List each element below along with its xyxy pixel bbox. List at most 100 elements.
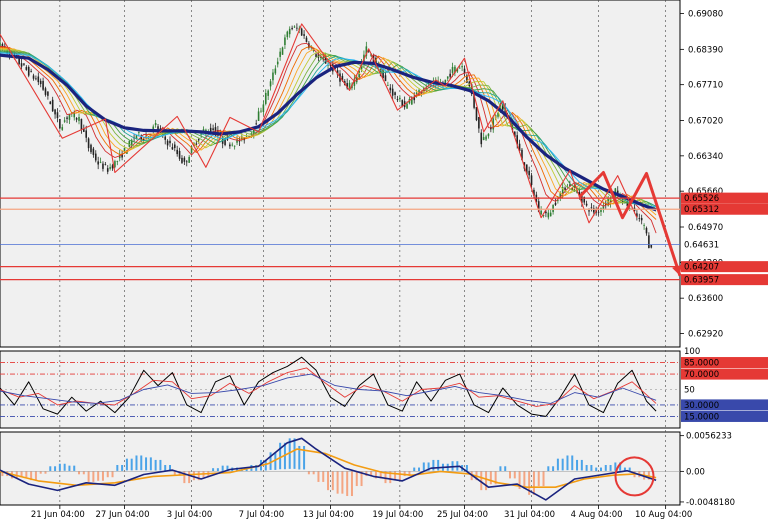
candle-body xyxy=(552,204,554,213)
candle-body xyxy=(104,164,107,166)
macd-histogram-bar xyxy=(58,463,61,471)
candle-body xyxy=(181,157,183,163)
candle-body xyxy=(87,138,90,149)
candle-body xyxy=(638,218,641,219)
candle-body xyxy=(164,136,167,140)
macd-histogram-bar xyxy=(188,471,191,484)
macd-histogram-bar xyxy=(293,438,296,469)
macd-histogram-bar xyxy=(312,471,315,475)
chart-canvas[interactable]: 0.690800.683900.677100.670200.663400.656… xyxy=(0,0,770,520)
macd-histogram-bar xyxy=(49,466,52,471)
candle-body xyxy=(56,112,59,119)
price-axis-label: 0.67710 xyxy=(688,81,723,91)
candle-body xyxy=(272,72,274,81)
macd-histogram-bar xyxy=(216,468,219,472)
candle-body xyxy=(264,92,267,104)
candle-body xyxy=(66,117,68,119)
candle-body xyxy=(47,91,49,96)
candle-body xyxy=(195,143,198,145)
macd-axis-label: 0.00 xyxy=(686,467,705,477)
candle-body xyxy=(51,99,54,112)
time-axis-label: 10 Aug 04:00 xyxy=(635,510,692,520)
candle-body xyxy=(643,225,645,226)
level-label-text: 0.65312 xyxy=(684,205,719,215)
macd-histogram-bar xyxy=(566,455,569,471)
candle-body xyxy=(92,148,95,155)
candle-body xyxy=(547,212,550,218)
macd-histogram-bar xyxy=(398,471,401,481)
rsi-level-label-text: 15.0000 xyxy=(684,412,719,422)
price-axis-label: 0.63600 xyxy=(688,294,723,304)
price-axis-label: 0.66340 xyxy=(688,152,723,162)
macd-histogram-bar xyxy=(140,455,143,471)
candle-body xyxy=(267,90,269,96)
candle-body xyxy=(260,110,262,112)
candle-body xyxy=(178,150,181,159)
candle-body xyxy=(116,161,119,162)
macd-histogram-bar xyxy=(221,465,224,471)
macd-histogram-bar xyxy=(513,471,516,479)
macd-histogram-bar xyxy=(54,466,57,471)
candle-body xyxy=(97,161,99,165)
candle-body xyxy=(396,99,399,101)
candle-body xyxy=(176,149,178,155)
candle-body xyxy=(276,61,279,65)
candle-body xyxy=(569,184,571,186)
macd-histogram-bar xyxy=(509,471,511,479)
macd-histogram-bar xyxy=(595,467,598,472)
candle-body xyxy=(169,140,171,144)
macd-histogram-bar xyxy=(609,465,612,471)
candle-body xyxy=(281,47,284,55)
macd-histogram-bar xyxy=(432,459,435,471)
candle-body xyxy=(20,63,23,67)
macd-histogram-bar xyxy=(336,471,339,494)
candle-body xyxy=(286,31,289,38)
candle-body xyxy=(99,161,102,163)
candle-body xyxy=(545,211,547,214)
candle-body xyxy=(463,68,466,74)
macd-histogram-bar xyxy=(331,471,334,491)
level-label-resistance-2: 0.65312 xyxy=(681,203,768,215)
candle-body xyxy=(554,202,557,205)
rsi-level-label-rsi-85: 85.0000 xyxy=(681,357,768,369)
macd-histogram-bar xyxy=(159,459,162,471)
macd-histogram-bar xyxy=(451,461,454,471)
candle-body xyxy=(391,88,394,96)
time-axis-label: 13 Jul 04:00 xyxy=(303,510,354,520)
macd-histogram-bar xyxy=(317,471,320,482)
macd-axis-label: 0.0056233 xyxy=(686,432,732,442)
candle-body xyxy=(54,109,56,115)
macd-histogram-bar xyxy=(499,466,502,471)
price-axis-label: 0.69080 xyxy=(688,10,723,20)
candle-body xyxy=(288,28,291,35)
candle-body xyxy=(650,244,653,248)
macd-histogram-bar xyxy=(73,465,76,471)
macd-histogram-bar xyxy=(63,463,66,471)
candle-body xyxy=(415,92,418,94)
candle-body xyxy=(475,107,478,121)
time-axis-label: 31 Jul 04:00 xyxy=(504,510,555,520)
trading-chart[interactable]: 0.69080 0.68390 0.67710 0.67020 0.66340 0.656… xyxy=(0,0,770,520)
candle-body xyxy=(293,26,296,28)
macd-histogram-bar xyxy=(164,465,167,471)
candle-body xyxy=(296,27,298,29)
candle-body xyxy=(305,37,308,42)
macd-histogram-bar xyxy=(154,459,157,471)
macd-histogram-bar xyxy=(485,471,488,491)
macd-histogram-bar xyxy=(25,471,28,478)
candle-body xyxy=(229,144,231,147)
candle-body xyxy=(588,210,590,212)
macd-histogram-bar xyxy=(39,471,42,474)
candle-body xyxy=(444,79,447,83)
macd-histogram-bar xyxy=(604,465,607,471)
candle-body xyxy=(274,68,277,74)
candle-body xyxy=(348,82,351,88)
level-label-support-2: 0.63957 xyxy=(681,274,768,286)
candle-body xyxy=(27,66,30,76)
macd-histogram-bar xyxy=(547,466,550,471)
macd-axis-label: -0.0048180 xyxy=(686,498,735,508)
time-axis-label: 27 Jun 04:00 xyxy=(96,510,150,520)
candle-body xyxy=(114,161,116,168)
candle-body xyxy=(279,51,281,57)
candle-body xyxy=(188,156,190,163)
